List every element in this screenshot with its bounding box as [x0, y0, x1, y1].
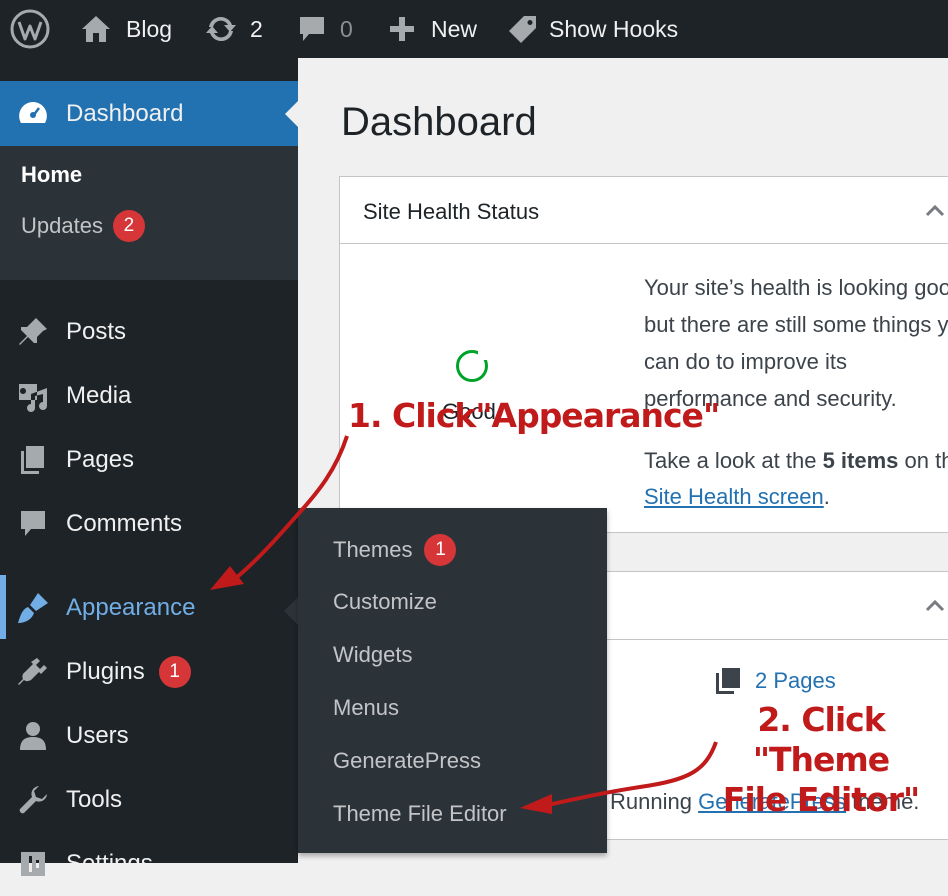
menu-label-media: Media: [66, 382, 132, 409]
updates-link[interactable]: 2: [204, 0, 263, 58]
annotation-step2-line1: 2. Click "Theme: [752, 700, 890, 779]
menu-label-posts: Posts: [66, 318, 127, 345]
health-description: Your site’s health is looking good, but …: [644, 275, 948, 411]
menu-item-plugins[interactable]: Plugins 1: [0, 640, 298, 704]
new-content-link[interactable]: New: [388, 0, 477, 58]
pages-count-label: 2 Pages: [755, 668, 836, 693]
menu-item-settings[interactable]: Settings: [0, 832, 298, 896]
pages-count-link[interactable]: 2 Pages: [715, 667, 836, 695]
menu-item-appearance[interactable]: Appearance: [0, 576, 298, 640]
dashboard-submenu: Home Updates 2: [0, 146, 298, 280]
appearance-flyout-menu: Themes 1 Customize Widgets Menus Generat…: [298, 508, 607, 853]
widget-title: Site Health Status: [363, 199, 540, 224]
wordpress-logo-icon: [10, 9, 50, 49]
health-look-post: .: [823, 484, 830, 509]
submenu-updates[interactable]: Updates 2: [21, 210, 145, 242]
site-health-widget: Site Health Status Good Your site’s heal…: [339, 176, 948, 533]
menu-item-pages[interactable]: Pages: [0, 428, 298, 492]
chevron-up-icon[interactable]: [925, 201, 945, 221]
menu-item-users[interactable]: Users: [0, 704, 298, 768]
site-name-link[interactable]: Blog: [80, 0, 172, 58]
annotation-step2: 2. Click "Theme File Editor": [694, 700, 948, 820]
site-name: Blog: [126, 15, 173, 42]
submenu-home[interactable]: Home: [21, 162, 82, 188]
home-icon: [82, 16, 110, 42]
health-look-mid: on the: [904, 448, 948, 473]
site-health-screen-link[interactable]: Site Health screen: [644, 484, 824, 509]
menu-label-dashboard: Dashboard: [66, 99, 184, 127]
settings-sliders-icon: [16, 847, 50, 881]
paintbrush-icon: [16, 591, 50, 625]
updates-badge: 2: [112, 210, 145, 242]
flyout-item-generatepress[interactable]: GeneratePress: [333, 748, 481, 774]
widget-header: Site Health Status: [340, 177, 948, 244]
health-look-pre: Take a look at the: [644, 448, 823, 473]
menu-label-plugins-wrap: Plugins 1: [66, 656, 191, 688]
wp-logo-menu[interactable]: [10, 0, 50, 58]
menu-item-media[interactable]: Media: [0, 364, 298, 428]
plug-icon: [16, 655, 50, 689]
comments-count: 0: [340, 15, 353, 42]
menu-label-comments: Comments: [66, 510, 183, 537]
menu-label-plugins: Plugins: [66, 658, 145, 685]
flyout-item-theme-file-editor[interactable]: Theme File Editor: [333, 801, 507, 827]
admin-sidebar: Dashboard Home Updates 2 Posts Media Pag…: [0, 58, 298, 877]
tag-icon: [509, 16, 536, 43]
comment-icon: [300, 17, 324, 41]
flyout-item-widgets[interactable]: Widgets: [333, 642, 412, 668]
chevron-up-icon[interactable]: [925, 596, 945, 616]
show-hooks-label: Show Hooks: [549, 15, 679, 42]
annotation-step1: 1. Click"Appearance": [348, 396, 720, 435]
pages-icon: [716, 668, 740, 694]
flyout-pointer: [284, 597, 298, 625]
flyout-label-themes: Themes: [333, 537, 413, 562]
plus-icon: [390, 17, 414, 41]
themes-badge: 1: [424, 534, 457, 566]
health-items-text: Take a look at the 5 items on the Site H…: [644, 443, 948, 515]
admin-bar: Blog 2 0 New Show Hooks: [0, 0, 948, 58]
menu-label-appearance: Appearance: [66, 594, 196, 621]
dashboard-gauge-icon: [16, 97, 50, 131]
menu-label-tools: Tools: [66, 786, 123, 813]
health-progress-circle: [456, 350, 488, 382]
comments-link[interactable]: 0: [297, 0, 353, 58]
comments-icon: [16, 507, 50, 541]
menu-label-settings: Settings: [66, 850, 153, 877]
refresh-icon: [206, 16, 236, 42]
user-icon: [16, 719, 50, 753]
show-hooks-link[interactable]: Show Hooks: [508, 0, 678, 58]
flyout-item-menus[interactable]: Menus: [333, 695, 399, 721]
flyout-item-customize[interactable]: Customize: [333, 589, 437, 615]
theme-pre: Running: [610, 789, 699, 814]
menu-label-users: Users: [66, 722, 129, 749]
pages-icon: [16, 443, 50, 477]
new-label: New: [431, 15, 478, 42]
updates-count: 2: [250, 15, 263, 42]
annotation-step2-line2: File Editor": [722, 780, 920, 819]
flyout-item-themes[interactable]: Themes 1: [333, 534, 457, 566]
pushpin-icon: [16, 315, 50, 349]
wrench-icon: [16, 783, 50, 817]
menu-item-tools[interactable]: Tools: [0, 768, 298, 832]
page-title: Dashboard: [341, 100, 537, 144]
menu-item-posts[interactable]: Posts: [0, 300, 298, 364]
plugins-badge: 1: [158, 656, 191, 688]
health-items-count: 5 items: [822, 448, 899, 473]
menu-item-comments[interactable]: Comments: [0, 492, 298, 556]
submenu-updates-label: Updates: [21, 213, 103, 238]
menu-label-pages: Pages: [66, 446, 135, 473]
menu-item-dashboard[interactable]: Dashboard: [0, 81, 298, 146]
media-icon: [16, 379, 50, 413]
